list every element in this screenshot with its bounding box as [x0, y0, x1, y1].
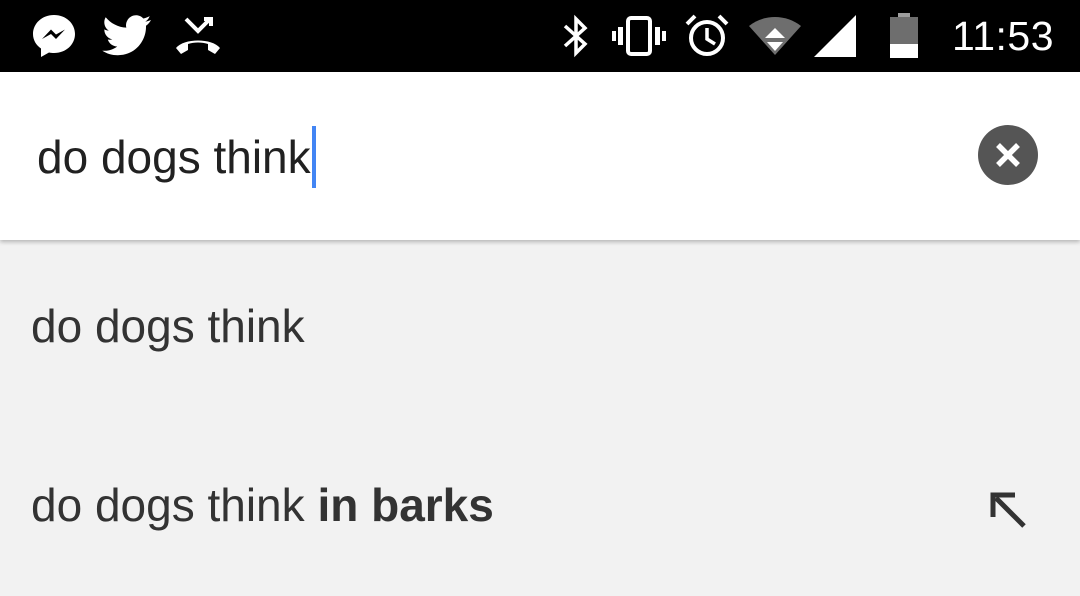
suggestion-item[interactable]: do dogs think in barks [0, 418, 1080, 596]
twitter-icon [102, 14, 152, 58]
suggestion-item[interactable]: do dogs think [0, 240, 1080, 418]
close-icon [996, 143, 1020, 167]
alarm-icon [684, 14, 730, 58]
signal-icon [814, 14, 858, 58]
wifi-icon [748, 14, 802, 58]
arrow-up-left-icon [990, 492, 1026, 528]
messenger-icon [30, 14, 78, 58]
suggestion-text: do dogs think [31, 296, 305, 356]
suggestion-text: do dogs think in barks [31, 475, 494, 535]
suggestion-completion: in barks [317, 479, 494, 531]
text-cursor [311, 126, 316, 188]
status-clock: 11:53 [951, 13, 1054, 59]
suggestion-prefix: do dogs think [31, 479, 305, 531]
bluetooth-icon [560, 14, 592, 58]
vibrate-icon [612, 14, 666, 58]
suggestion-list: do dogs think do dogs think in barks [0, 240, 1080, 584]
status-bar: 11:53 [0, 0, 1080, 72]
suggestion-prefix: do dogs think [31, 300, 305, 352]
search-query-text: do dogs think [37, 131, 311, 183]
clear-search-button[interactable] [978, 125, 1038, 185]
missed-call-icon [174, 14, 222, 58]
battery-icon [886, 13, 922, 58]
fill-query-button[interactable] [984, 486, 1032, 534]
search-bar: do dogs think [0, 72, 1080, 240]
search-input[interactable]: do dogs think [37, 126, 316, 188]
